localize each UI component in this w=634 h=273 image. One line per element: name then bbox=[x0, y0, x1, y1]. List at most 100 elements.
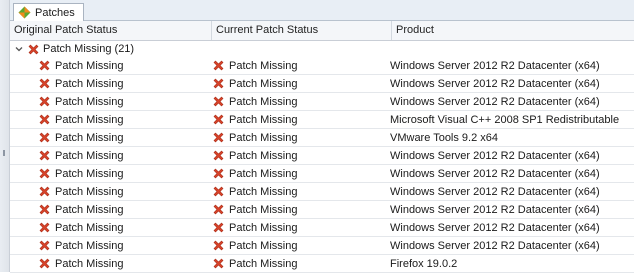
original-status-text: Patch Missing bbox=[55, 77, 124, 90]
current-status-text: Patch Missing bbox=[229, 95, 298, 108]
current-status-cell: Patch Missing bbox=[207, 221, 382, 234]
original-status-text: Patch Missing bbox=[55, 113, 124, 126]
patch-missing-x-icon bbox=[212, 59, 225, 72]
table-row[interactable]: Patch Missing Patch Missing Windows Serv… bbox=[10, 201, 634, 219]
original-status-text: Patch Missing bbox=[55, 167, 124, 180]
product-cell: Windows Server 2012 R2 Datacenter (x64) bbox=[390, 149, 600, 162]
patch-missing-x-icon bbox=[212, 257, 225, 270]
current-status-text: Patch Missing bbox=[229, 239, 298, 252]
current-status-cell: Patch Missing bbox=[207, 77, 382, 90]
group-row-patch-missing[interactable]: Patch Missing (21) bbox=[10, 41, 634, 57]
product-cell: Windows Server 2012 R2 Datacenter (x64) bbox=[390, 185, 600, 198]
patch-missing-x-icon bbox=[38, 77, 51, 90]
current-status-cell: Patch Missing bbox=[207, 257, 382, 270]
table-row[interactable]: Patch Missing Patch Missing Microsoft Vi… bbox=[10, 111, 634, 129]
table-row[interactable]: Patch Missing Patch Missing Windows Serv… bbox=[10, 183, 634, 201]
original-status-cell: Patch Missing bbox=[10, 95, 207, 108]
product-cell: Firefox 19.0.2 bbox=[390, 257, 458, 270]
original-status-cell: Patch Missing bbox=[10, 239, 207, 252]
original-status-cell: Patch Missing bbox=[10, 77, 207, 90]
patch-missing-x-icon bbox=[212, 131, 225, 144]
current-status-cell: Patch Missing bbox=[207, 95, 382, 108]
patch-missing-x-icon bbox=[38, 185, 51, 198]
patch-missing-x-icon bbox=[38, 203, 51, 216]
original-status-text: Patch Missing bbox=[55, 221, 124, 234]
patch-missing-x-icon bbox=[212, 203, 225, 216]
patch-missing-x-icon bbox=[212, 239, 225, 252]
tab-label: Patches bbox=[35, 6, 75, 19]
current-status-cell: Patch Missing bbox=[207, 131, 382, 144]
patch-missing-x-icon bbox=[38, 167, 51, 180]
original-status-text: Patch Missing bbox=[55, 95, 124, 108]
table-row[interactable]: Patch Missing Patch Missing Windows Serv… bbox=[10, 237, 634, 255]
table-row[interactable]: Patch Missing Patch Missing Windows Serv… bbox=[10, 219, 634, 237]
product-cell: Windows Server 2012 R2 Datacenter (x64) bbox=[390, 77, 600, 90]
current-status-cell: Patch Missing bbox=[207, 239, 382, 252]
current-status-text: Patch Missing bbox=[229, 149, 298, 162]
current-status-text: Patch Missing bbox=[229, 77, 298, 90]
original-status-text: Patch Missing bbox=[55, 149, 124, 162]
current-status-text: Patch Missing bbox=[229, 221, 298, 234]
current-status-cell: Patch Missing bbox=[207, 185, 382, 198]
current-status-text: Patch Missing bbox=[229, 257, 298, 270]
original-status-cell: Patch Missing bbox=[10, 185, 207, 198]
table-row[interactable]: Patch Missing Patch Missing Windows Serv… bbox=[10, 147, 634, 165]
table-row[interactable]: Patch Missing Patch Missing Firefox 19.0… bbox=[10, 255, 634, 273]
chevron-down-icon[interactable] bbox=[14, 44, 24, 54]
product-cell: Windows Server 2012 R2 Datacenter (x64) bbox=[390, 203, 600, 216]
patch-missing-x-icon bbox=[27, 43, 40, 56]
original-status-cell: Patch Missing bbox=[10, 149, 207, 162]
current-status-text: Patch Missing bbox=[229, 131, 298, 144]
column-header-current-status[interactable]: Current Patch Status bbox=[212, 21, 392, 40]
original-status-cell: Patch Missing bbox=[10, 257, 207, 270]
patches-panel: Patches Original Patch Status Current Pa… bbox=[10, 0, 634, 273]
patch-missing-x-icon bbox=[212, 149, 225, 162]
original-status-text: Patch Missing bbox=[55, 239, 124, 252]
patches-icon bbox=[18, 6, 31, 19]
current-status-cell: Patch Missing bbox=[207, 203, 382, 216]
product-cell: Windows Server 2012 R2 Datacenter (x64) bbox=[390, 167, 600, 180]
patch-missing-x-icon bbox=[38, 113, 51, 126]
patch-missing-x-icon bbox=[212, 167, 225, 180]
product-cell: VMware Tools 9.2 x64 bbox=[390, 131, 499, 144]
current-status-text: Patch Missing bbox=[229, 185, 298, 198]
patch-missing-x-icon bbox=[212, 113, 225, 126]
patch-missing-x-icon bbox=[38, 239, 51, 252]
rows-container: Patch Missing Patch Missing Windows Serv… bbox=[10, 57, 634, 273]
grid-header: Original Patch Status Current Patch Stat… bbox=[10, 21, 634, 41]
current-status-cell: Patch Missing bbox=[207, 59, 382, 72]
product-cell: Windows Server 2012 R2 Datacenter (x64) bbox=[390, 95, 600, 108]
original-status-cell: Patch Missing bbox=[10, 113, 207, 126]
current-status-cell: Patch Missing bbox=[207, 167, 382, 180]
original-status-cell: Patch Missing bbox=[10, 203, 207, 216]
patch-missing-x-icon bbox=[38, 131, 51, 144]
original-status-text: Patch Missing bbox=[55, 59, 124, 72]
column-header-product[interactable]: Product bbox=[392, 21, 634, 40]
patch-missing-x-icon bbox=[38, 149, 51, 162]
original-status-text: Patch Missing bbox=[55, 257, 124, 270]
original-status-text: Patch Missing bbox=[55, 185, 124, 198]
column-header-original-status[interactable]: Original Patch Status bbox=[10, 21, 212, 40]
current-status-text: Patch Missing bbox=[229, 59, 298, 72]
patch-missing-x-icon bbox=[38, 257, 51, 270]
product-cell: Windows Server 2012 R2 Datacenter (x64) bbox=[390, 59, 600, 72]
table-row[interactable]: Patch Missing Patch Missing VMware Tools… bbox=[10, 129, 634, 147]
table-row[interactable]: Patch Missing Patch Missing Windows Serv… bbox=[10, 93, 634, 111]
current-status-cell: Patch Missing bbox=[207, 149, 382, 162]
patch-missing-x-icon bbox=[212, 221, 225, 234]
table-row[interactable]: Patch Missing Patch Missing Windows Serv… bbox=[10, 165, 634, 183]
current-status-text: Patch Missing bbox=[229, 203, 298, 216]
original-status-cell: Patch Missing bbox=[10, 221, 207, 234]
current-status-cell: Patch Missing bbox=[207, 113, 382, 126]
splitter-grip bbox=[3, 150, 5, 156]
table-row[interactable]: Patch Missing Patch Missing Windows Serv… bbox=[10, 75, 634, 93]
tab-bar: Patches bbox=[10, 0, 634, 21]
patch-missing-x-icon bbox=[38, 59, 51, 72]
current-status-text: Patch Missing bbox=[229, 113, 298, 126]
original-status-text: Patch Missing bbox=[55, 203, 124, 216]
tab-patches[interactable]: Patches bbox=[13, 3, 84, 21]
table-row[interactable]: Patch Missing Patch Missing Windows Serv… bbox=[10, 57, 634, 75]
current-status-text: Patch Missing bbox=[229, 167, 298, 180]
patch-missing-x-icon bbox=[38, 95, 51, 108]
left-splitter[interactable] bbox=[0, 0, 10, 272]
